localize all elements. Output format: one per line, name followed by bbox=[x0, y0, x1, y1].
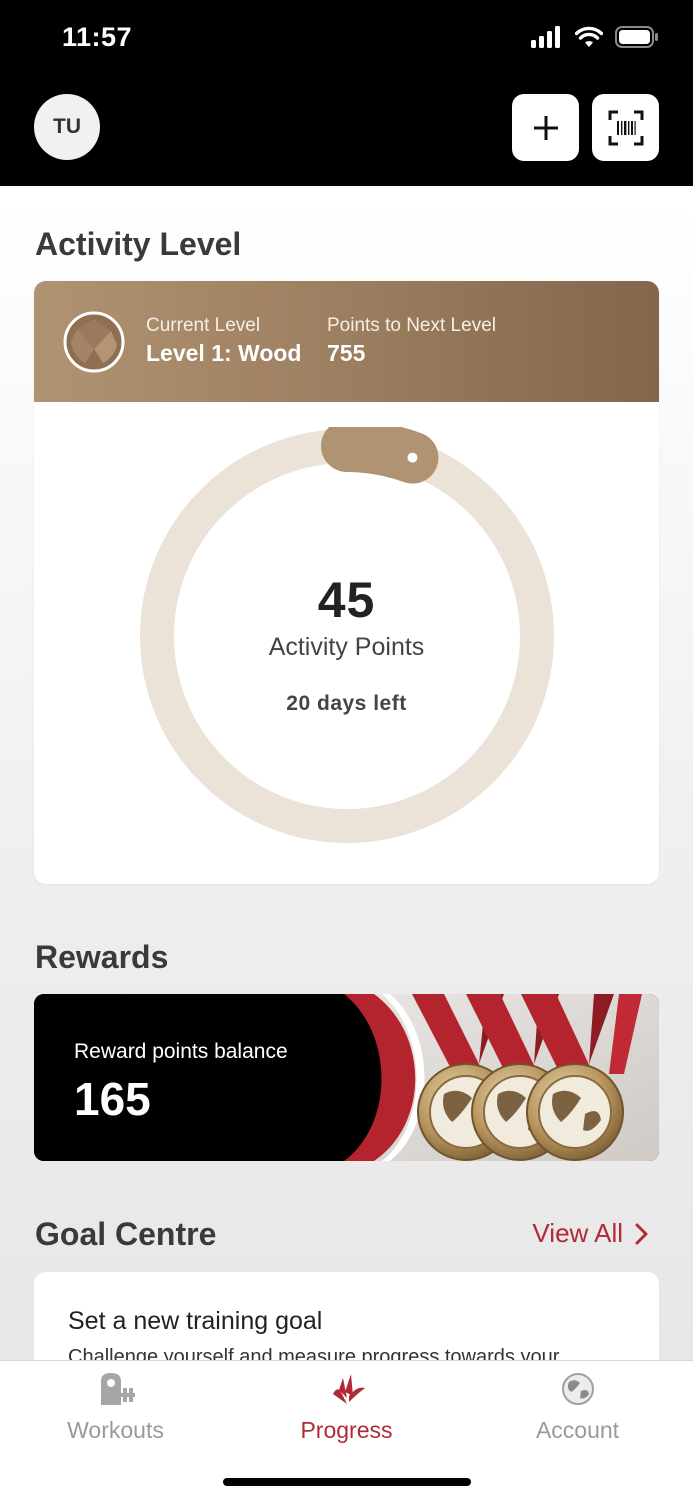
progress-icon bbox=[332, 1374, 365, 1404]
add-button[interactable] bbox=[512, 94, 579, 161]
days-left: 20 days left bbox=[286, 692, 407, 715]
globe-icon bbox=[561, 1373, 594, 1405]
current-level-value: Level 1: Wood bbox=[146, 340, 302, 366]
wifi-icon bbox=[575, 26, 603, 47]
progress-ring-arc bbox=[321, 427, 439, 484]
cellular-signal-icon bbox=[531, 26, 560, 48]
status-time: 11:57 bbox=[62, 22, 133, 52]
next-level-value: 755 bbox=[327, 340, 366, 366]
progress-ring-knob bbox=[407, 452, 418, 463]
dumbbell-icon bbox=[100, 1373, 135, 1405]
goal-card-title: Set a new training goal bbox=[68, 1307, 323, 1335]
tab-account[interactable]: Account bbox=[462, 1371, 693, 1444]
battery-icon bbox=[615, 26, 658, 48]
view-all-label: View All bbox=[532, 1218, 623, 1248]
tab-progress-label: Progress bbox=[300, 1417, 393, 1443]
barcode-scan-button[interactable] bbox=[592, 94, 659, 161]
home-indicator bbox=[223, 1478, 471, 1486]
ring-center: 45 Activity Points 20 days left bbox=[34, 571, 659, 716]
tab-account-label: Account bbox=[535, 1417, 620, 1443]
activity-level-title: Activity Level bbox=[35, 226, 242, 262]
plus-icon bbox=[533, 115, 558, 140]
rewards-title: Rewards bbox=[35, 939, 169, 975]
tab-progress[interactable]: Progress bbox=[231, 1371, 462, 1444]
medal-3 bbox=[526, 1063, 624, 1161]
status-icons bbox=[531, 26, 659, 48]
tab-workouts-label: Workouts bbox=[67, 1417, 164, 1443]
goal-centre-title: Goal Centre bbox=[35, 1216, 217, 1252]
reward-balance-label: Reward points balance bbox=[74, 1040, 288, 1063]
top-bar: 11:57 TU bbox=[0, 0, 693, 186]
avatar[interactable]: TU bbox=[34, 94, 100, 160]
level-banner: Current Level Level 1: Wood Points to Ne… bbox=[34, 281, 659, 402]
activity-level-card[interactable]: Current Level Level 1: Wood Points to Ne… bbox=[34, 281, 659, 884]
current-level-label: Current Level bbox=[146, 315, 261, 336]
rewards-card[interactable]: Reward points balance 165 bbox=[34, 994, 659, 1161]
barcode-scan-icon bbox=[608, 110, 643, 145]
next-level-label: Points to Next Level bbox=[327, 315, 496, 336]
wood-level-badge-icon bbox=[63, 311, 125, 373]
activity-points-label: Activity Points bbox=[268, 633, 425, 661]
reward-balance-value: 165 bbox=[74, 1073, 151, 1125]
activity-points-value: 45 bbox=[317, 572, 376, 628]
view-all-link[interactable]: View All bbox=[532, 1218, 649, 1249]
tab-workouts[interactable]: Workouts bbox=[0, 1371, 231, 1444]
chevron-right-icon bbox=[635, 1223, 648, 1244]
points-to-next-level: Points to Next Level 755 bbox=[327, 315, 496, 367]
current-level: Current Level Level 1: Wood bbox=[146, 315, 302, 367]
